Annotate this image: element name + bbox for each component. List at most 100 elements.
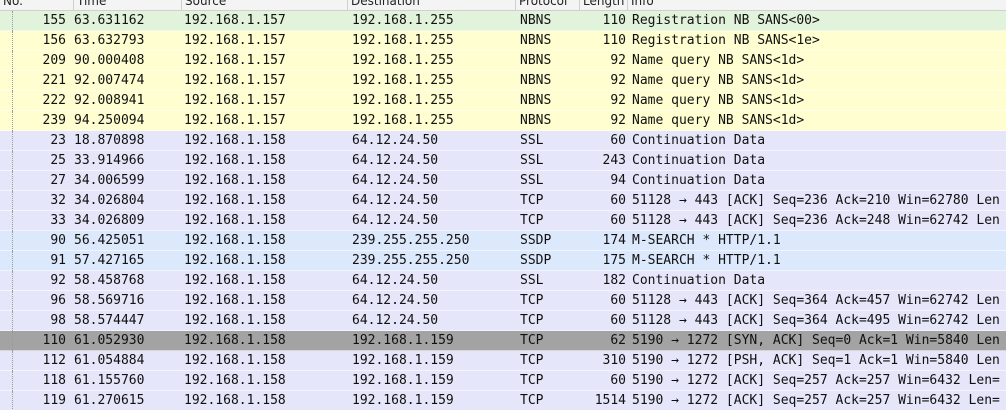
packet-time: 61.270615 <box>74 393 145 408</box>
packet-source: 192.168.1.158 <box>184 213 286 228</box>
packet-protocol: SSL <box>520 173 544 188</box>
packet-info: 51128 → 443 [ACK] Seq=364 Ack=495 Win=62… <box>632 313 1000 328</box>
packet-protocol: TCP <box>520 393 544 408</box>
packet-time: 61.052930 <box>74 333 145 348</box>
packet-length: 60 <box>610 193 626 208</box>
packet-destination: 192.168.1.255 <box>352 113 454 128</box>
packet-source: 192.168.1.158 <box>184 133 286 148</box>
packet-protocol: NBNS <box>520 93 552 108</box>
packet-protocol: TCP <box>520 353 544 368</box>
packet-info: M-SEARCH * HTTP/1.1 <box>632 253 781 268</box>
packet-time: 33.914966 <box>74 153 145 168</box>
column-header-length[interactable]: Length <box>580 0 628 10</box>
packet-protocol: TCP <box>520 293 544 308</box>
packet-info: Registration NB SANS<1e> <box>632 33 820 48</box>
packet-protocol: SSL <box>520 153 544 168</box>
packet-info: Name query NB SANS<1d> <box>632 93 805 108</box>
packet-info: Continuation Data <box>632 273 766 288</box>
packet-row[interactable]: 239 94.250094 192.168.1.157 192.168.1.255 NB… <box>0 111 1006 131</box>
packet-length: 243 <box>602 153 626 168</box>
packet-no: 33 <box>50 213 66 228</box>
packet-info: Registration NB SANS<00> <box>632 13 820 28</box>
packet-info: 5190 → 1272 [SYN, ACK] Seq=0 Ack=1 Win=5… <box>632 333 1000 348</box>
packet-length: 182 <box>602 273 626 288</box>
packet-source: 192.168.1.158 <box>184 153 286 168</box>
packet-info: 51128 → 443 [ACK] Seq=236 Ack=210 Win=62… <box>632 193 1000 208</box>
packet-row[interactable]: 112 61.054884 192.168.1.158 192.168.1.159 TC… <box>0 351 1006 371</box>
packet-destination: 192.168.1.255 <box>352 73 454 88</box>
packet-length: 60 <box>610 293 626 308</box>
packet-protocol: SSL <box>520 133 544 148</box>
packet-protocol: SSDP <box>520 233 552 248</box>
packet-row[interactable]: 119 61.270615 192.168.1.158 192.168.1.159 TC… <box>0 391 1006 410</box>
packet-info: Continuation Data <box>632 173 766 188</box>
packet-length: 60 <box>610 313 626 328</box>
packet-time: 61.155760 <box>74 373 145 388</box>
packet-list-header: No. Time Source Destination Protocol Len… <box>0 0 1006 11</box>
packet-protocol: SSDP <box>520 253 552 268</box>
packet-destination: 64.12.24.50 <box>352 313 439 328</box>
column-header-no[interactable]: No. <box>0 0 74 10</box>
packet-destination: 192.168.1.159 <box>352 393 454 408</box>
packet-row[interactable]: 33 34.026809 192.168.1.158 64.12.24.50 TCP 60… <box>0 211 1006 231</box>
packet-time: 63.632793 <box>74 33 145 48</box>
packet-source: 192.168.1.157 <box>184 73 286 88</box>
packet-info: 51128 → 443 [ACK] Seq=236 Ack=248 Win=62… <box>632 213 1000 228</box>
packet-info: Name query NB SANS<1d> <box>632 53 805 68</box>
packet-no: 98 <box>50 313 66 328</box>
packet-row[interactable]: 222 92.008941 192.168.1.157 192.168.1.255 NB… <box>0 91 1006 111</box>
packet-destination: 64.12.24.50 <box>352 153 439 168</box>
packet-row[interactable]: 92 58.458768 192.168.1.158 64.12.24.50 SSL 18… <box>0 271 1006 291</box>
packet-no: 209 <box>42 53 66 68</box>
packet-time: 92.007474 <box>74 73 145 88</box>
packet-row[interactable]: 27 34.006599 192.168.1.158 64.12.24.50 SSL 94… <box>0 171 1006 191</box>
packet-row[interactable]: 209 90.000408 192.168.1.157 192.168.1.255 NB… <box>0 51 1006 71</box>
packet-no: 91 <box>50 253 66 268</box>
packet-row[interactable]: 90 56.425051 192.168.1.158 239.255.255.250 S… <box>0 231 1006 251</box>
column-header-time[interactable]: Time <box>74 0 182 10</box>
packet-row[interactable]: 98 58.574447 192.168.1.158 64.12.24.50 TCP 60… <box>0 311 1006 331</box>
packet-destination: 64.12.24.50 <box>352 193 439 208</box>
packet-source: 192.168.1.158 <box>184 353 286 368</box>
packet-protocol: NBNS <box>520 113 552 128</box>
packet-no: 155 <box>42 13 66 28</box>
packet-row[interactable]: 155 63.631162 192.168.1.157 192.168.1.255 NB… <box>0 11 1006 31</box>
packet-destination: 239.255.255.250 <box>352 233 470 248</box>
packet-source: 192.168.1.157 <box>184 33 286 48</box>
packet-protocol: NBNS <box>520 53 552 68</box>
packet-info: 5190 → 1272 [ACK] Seq=257 Ack=257 Win=64… <box>632 373 1000 388</box>
column-header-destination[interactable]: Destination <box>348 0 516 10</box>
column-header-protocol[interactable]: Protocol <box>516 0 580 10</box>
packet-no: 96 <box>50 293 66 308</box>
packet-destination: 64.12.24.50 <box>352 273 439 288</box>
packet-protocol: NBNS <box>520 73 552 88</box>
packet-source: 192.168.1.157 <box>184 113 286 128</box>
packet-no: 92 <box>50 273 66 288</box>
packet-no: 239 <box>42 113 66 128</box>
packet-row[interactable]: 32 34.026804 192.168.1.158 64.12.24.50 TCP 60… <box>0 191 1006 211</box>
packet-row[interactable]: 156 63.632793 192.168.1.157 192.168.1.255 NB… <box>0 31 1006 51</box>
packet-row-selected[interactable]: 110 61.052930 192.168.1.158 192.168.1.159 TC… <box>0 331 1006 351</box>
column-header-info[interactable]: Info <box>628 0 1006 10</box>
packet-info: 5190 → 1272 [ACK] Seq=257 Ack=257 Win=64… <box>632 393 1000 408</box>
column-header-source[interactable]: Source <box>182 0 348 10</box>
packet-time: 34.006599 <box>74 173 145 188</box>
packet-time: 56.425051 <box>74 233 145 248</box>
packet-row[interactable]: 118 61.155760 192.168.1.158 192.168.1.159 TC… <box>0 371 1006 391</box>
packet-row[interactable]: 96 58.569716 192.168.1.158 64.12.24.50 TCP 60… <box>0 291 1006 311</box>
packet-info: Name query NB SANS<1d> <box>632 73 805 88</box>
packet-source: 192.168.1.158 <box>184 313 286 328</box>
packet-row[interactable]: 25 33.914966 192.168.1.158 64.12.24.50 SSL 24… <box>0 151 1006 171</box>
packet-destination: 192.168.1.255 <box>352 53 454 68</box>
packet-length: 92 <box>610 113 626 128</box>
packet-time: 57.427165 <box>74 253 145 268</box>
packet-no: 23 <box>50 133 66 148</box>
packet-row[interactable]: 91 57.427165 192.168.1.158 239.255.255.250 S… <box>0 251 1006 271</box>
packet-row[interactable]: 221 92.007474 192.168.1.157 192.168.1.255 NB… <box>0 71 1006 91</box>
packet-source: 192.168.1.158 <box>184 193 286 208</box>
packet-source: 192.168.1.158 <box>184 273 286 288</box>
packet-source: 192.168.1.158 <box>184 393 286 408</box>
packet-row[interactable]: 23 18.870898 192.168.1.158 64.12.24.50 SSL 60… <box>0 131 1006 151</box>
packet-source: 192.168.1.158 <box>184 293 286 308</box>
packet-time: 34.026809 <box>74 213 145 228</box>
